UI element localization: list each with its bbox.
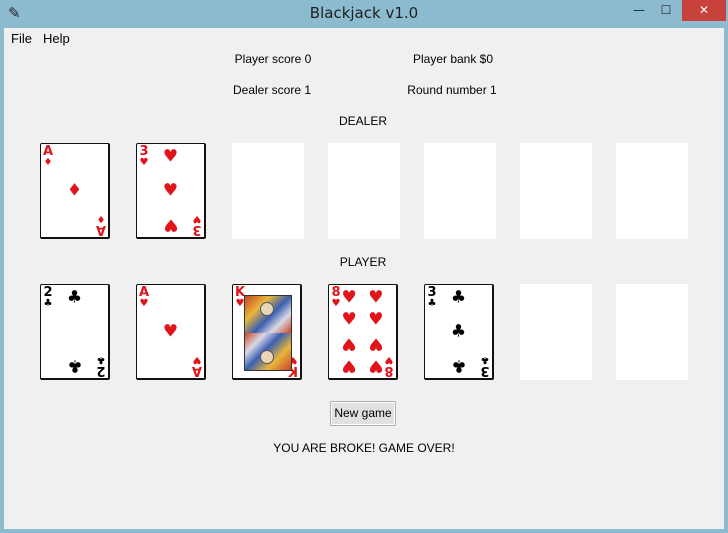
card-corner-tl: 2 ♣ [42, 286, 54, 309]
maximize-button[interactable]: ☐ [652, 0, 680, 21]
card-rank: 3 [192, 222, 202, 237]
title-bar[interactable]: ✎ Blackjack v1.0 — ☐ ✕ [0, 0, 728, 28]
player-bank: Player bank $0 [412, 52, 494, 66]
card-corner-br: A ♦ [95, 213, 107, 237]
hearts-pip-icon: ♥ [341, 355, 357, 376]
clubs-suit-icon: ♣ [427, 298, 437, 309]
hearts-suit-icon: ♥ [331, 298, 341, 309]
card-corner-tl: A ♦ [42, 145, 54, 168]
card-rank: 2 [96, 363, 106, 378]
dealer-empty-slot [424, 143, 496, 239]
card-corner-br: 3 ♥ [191, 213, 203, 237]
hearts-pip-icon: ♥ [341, 287, 357, 308]
hearts-suit-icon: ♥ [139, 157, 149, 168]
card-corner-tl: A ♥ [138, 286, 150, 309]
menu-bar: File Help [4, 28, 724, 48]
player-card: 3 ♣ 3 ♣ ♣ ♣ ♣ [424, 284, 494, 380]
close-button[interactable]: ✕ [682, 0, 726, 21]
hearts-pip-icon: ♥ [368, 287, 384, 308]
card-corner-tl: 3 ♣ [426, 286, 438, 309]
clubs-pip-icon: ♣ [450, 355, 467, 376]
card-rank: 3 [480, 363, 490, 378]
clubs-pip-icon: ♣ [450, 287, 467, 308]
new-game-button[interactable]: New game [330, 401, 396, 426]
clubs-pip-icon: ♣ [450, 321, 467, 341]
king-head-bottom [260, 350, 274, 364]
hearts-suit-icon: ♥ [139, 298, 149, 309]
player-empty-slot [520, 284, 592, 380]
hearts-pip-icon: ♥ [368, 333, 384, 354]
player-card: 2 ♣ 2 ♣ ♣ ♣ [40, 284, 110, 380]
card-rank: A [191, 363, 203, 378]
hearts-pip-icon: ♥ [341, 333, 357, 354]
player-card: K ♥ K ♥ [232, 284, 302, 380]
king-head-top [260, 302, 274, 316]
hearts-pip-icon: ♥ [162, 214, 179, 235]
clubs-pip-icon: ♣ [66, 355, 83, 376]
king-face-icon [244, 295, 292, 371]
dealer-card: 3 ♥ 3 ♥ ♥ ♥ ♥ [136, 143, 206, 239]
player-score: Player score 0 [234, 52, 312, 66]
dealer-heading: DEALER [338, 114, 388, 128]
dealer-empty-slot [616, 143, 688, 239]
hearts-pip-icon: ♥ [368, 355, 384, 376]
diamonds-suit-icon: ♦ [43, 157, 53, 168]
card-corner-br: 2 ♣ [95, 354, 107, 378]
player-heading: PLAYER [339, 255, 387, 269]
dealer-empty-slot [328, 143, 400, 239]
card-rank: A [95, 222, 107, 237]
dealer-empty-slot [232, 143, 304, 239]
player-card: 8 ♥ 8 ♥ ♥ ♥ ♥ ♥ ♥ ♥ ♥ ♥ [328, 284, 398, 380]
menu-file[interactable]: File [11, 31, 32, 46]
diamonds-pip-icon: ♦ [66, 180, 83, 200]
hearts-pip-icon: ♥ [162, 180, 179, 200]
round-number: Round number 1 [407, 83, 497, 97]
client-area: File Help Player score 0 Player bank $0 … [4, 28, 724, 529]
card-corner-br: 8 ♥ [383, 354, 395, 378]
card-corner-tl: 3 ♥ [138, 145, 150, 168]
card-corner-br: 3 ♣ [479, 354, 491, 378]
player-empty-slot [616, 284, 688, 380]
hearts-pip-icon: ♥ [162, 146, 179, 167]
window-title: Blackjack v1.0 [309, 4, 419, 22]
card-rank: 8 [384, 363, 394, 378]
app-window: ✎ Blackjack v1.0 — ☐ ✕ File Help Player … [0, 0, 728, 533]
clubs-pip-icon: ♣ [66, 287, 83, 308]
dealer-empty-slot [520, 143, 592, 239]
menu-help[interactable]: Help [43, 31, 70, 46]
card-corner-tl: 8 ♥ [330, 286, 342, 309]
dealer-score: Dealer score 1 [232, 83, 312, 97]
clubs-suit-icon: ♣ [43, 298, 53, 309]
minimize-button[interactable]: — [624, 0, 654, 21]
hearts-pip-icon: ♥ [162, 321, 179, 341]
card-corner-br: A ♥ [191, 354, 203, 378]
hearts-pip-icon: ♥ [368, 309, 384, 330]
status-message: YOU ARE BROKE! GAME OVER! [273, 441, 455, 455]
player-card: A ♥ A ♥ ♥ [136, 284, 206, 380]
hearts-pip-icon: ♥ [341, 309, 357, 330]
dealer-card: A ♦ A ♦ ♦ [40, 143, 110, 239]
